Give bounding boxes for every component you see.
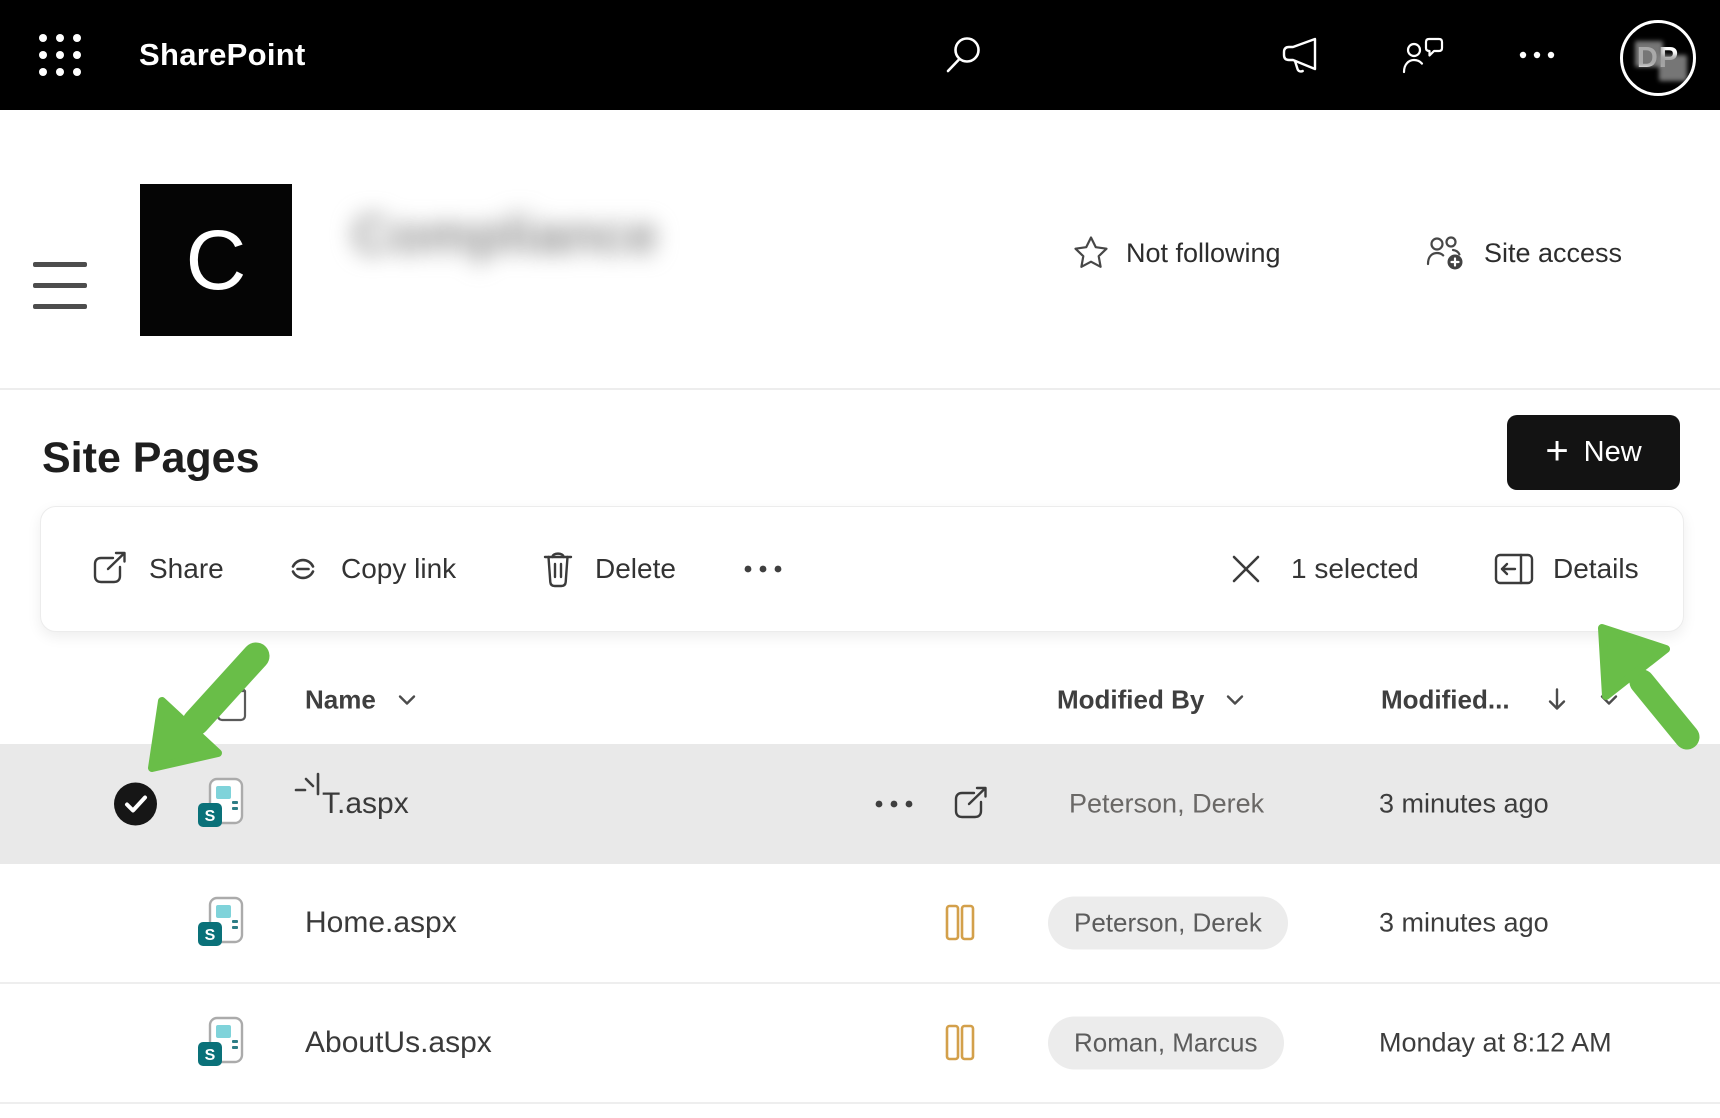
file-name-link[interactable]: AboutUs.aspx xyxy=(305,1026,492,1060)
checkmark-icon xyxy=(123,793,149,815)
details-pane-icon xyxy=(1493,552,1535,586)
more-icon[interactable] xyxy=(1516,0,1558,110)
chevron-down-icon xyxy=(1226,693,1244,706)
megaphone-icon[interactable] xyxy=(1278,0,1322,110)
share-icon xyxy=(89,550,131,588)
dismiss-icon xyxy=(1229,552,1263,586)
share-label: Share xyxy=(149,553,224,585)
person-add-icon xyxy=(1424,233,1468,273)
list-header-row: Name Modified By Modified... xyxy=(0,655,1720,744)
details-label: Details xyxy=(1553,553,1639,585)
sharepoint-page-icon: S xyxy=(196,777,244,831)
toolbar-more-button[interactable] xyxy=(741,564,785,574)
star-icon xyxy=(1072,235,1110,271)
column-header-modified-by[interactable]: Modified By xyxy=(1057,684,1244,715)
row-checkbox-checked[interactable] xyxy=(114,783,157,826)
table-row[interactable]: S AboutUs.aspx Roman, Marcus Monday at 8… xyxy=(0,984,1720,1104)
site-access-label: Site access xyxy=(1484,238,1622,269)
app-title: SharePoint xyxy=(139,0,306,110)
feedback-icon[interactable] xyxy=(1400,0,1446,110)
chevron-down-icon[interactable] xyxy=(1600,693,1618,706)
copy-link-button[interactable]: Copy link xyxy=(283,549,456,589)
file-name-link[interactable]: T.aspx xyxy=(322,787,409,821)
trash-icon xyxy=(539,548,577,590)
link-icon xyxy=(283,549,323,589)
menu-icon[interactable] xyxy=(33,262,87,310)
delete-label: Delete xyxy=(595,553,676,585)
site-logo[interactable]: C xyxy=(140,184,292,336)
app-launcher-icon[interactable] xyxy=(37,32,83,78)
sharepoint-page-icon: S xyxy=(196,896,244,950)
column-header-name[interactable]: Name xyxy=(305,684,416,715)
table-row[interactable]: S Home.aspx Peterson, Derek 3 minutes ag… xyxy=(0,864,1720,984)
sharepoint-site-pages-screen: SharePoint DP xyxy=(0,0,1720,1118)
command-toolbar: Share Copy link Delete xyxy=(40,506,1684,632)
modified-value: 3 minutes ago xyxy=(1379,908,1549,939)
share-button[interactable]: Share xyxy=(89,550,224,588)
clear-selection-button[interactable] xyxy=(1229,552,1263,586)
chevron-down-icon xyxy=(398,693,416,706)
new-button-label: New xyxy=(1584,436,1642,469)
redaction-blur xyxy=(1659,55,1687,81)
search-icon[interactable] xyxy=(942,0,986,110)
site-name-blurred: Compliance xyxy=(352,204,658,266)
site-logo-letter: C xyxy=(186,212,247,309)
plus-icon: + xyxy=(1545,431,1568,471)
delete-button[interactable]: Delete xyxy=(539,548,676,590)
arrow-sort-desc-icon[interactable] xyxy=(1546,686,1568,713)
ellipsis-icon xyxy=(741,564,785,574)
svg-text:S: S xyxy=(205,808,216,825)
book-icon xyxy=(944,1023,976,1063)
details-button[interactable]: Details xyxy=(1493,552,1639,586)
divider xyxy=(0,388,1720,390)
selection-count: 1 selected xyxy=(1291,553,1419,585)
table-row-selected[interactable]: S T.aspx Peterson, Derek 3 minutes ago xyxy=(0,744,1720,864)
page-title: Site Pages xyxy=(42,434,260,483)
sharepoint-page-icon: S xyxy=(196,1016,244,1070)
not-following-button[interactable]: Not following xyxy=(1072,228,1281,278)
modified-by-pill: Peterson, Derek xyxy=(1048,897,1288,950)
modified-value: Monday at 8:12 AM xyxy=(1379,1028,1612,1059)
copy-link-label: Copy link xyxy=(341,553,456,585)
file-name-link[interactable]: Home.aspx xyxy=(305,906,457,940)
app-top-bar: SharePoint DP xyxy=(0,0,1720,110)
modified-value: 3 minutes ago xyxy=(1379,789,1549,820)
document-icon xyxy=(214,678,250,722)
svg-text:S: S xyxy=(205,927,216,944)
column-header-modified[interactable]: Modified... xyxy=(1381,684,1510,715)
svg-text:S: S xyxy=(205,1047,216,1064)
modified-by-value: Peterson, Derek xyxy=(1069,789,1264,820)
avatar[interactable]: DP xyxy=(1620,20,1696,96)
new-button[interactable]: + New xyxy=(1507,415,1680,490)
book-icon xyxy=(944,903,976,943)
row-more-icon[interactable] xyxy=(872,799,916,809)
row-share-icon[interactable] xyxy=(950,785,992,823)
not-following-label: Not following xyxy=(1126,238,1281,269)
site-access-button[interactable]: Site access xyxy=(1424,228,1622,278)
modified-by-pill: Roman, Marcus xyxy=(1048,1017,1284,1070)
